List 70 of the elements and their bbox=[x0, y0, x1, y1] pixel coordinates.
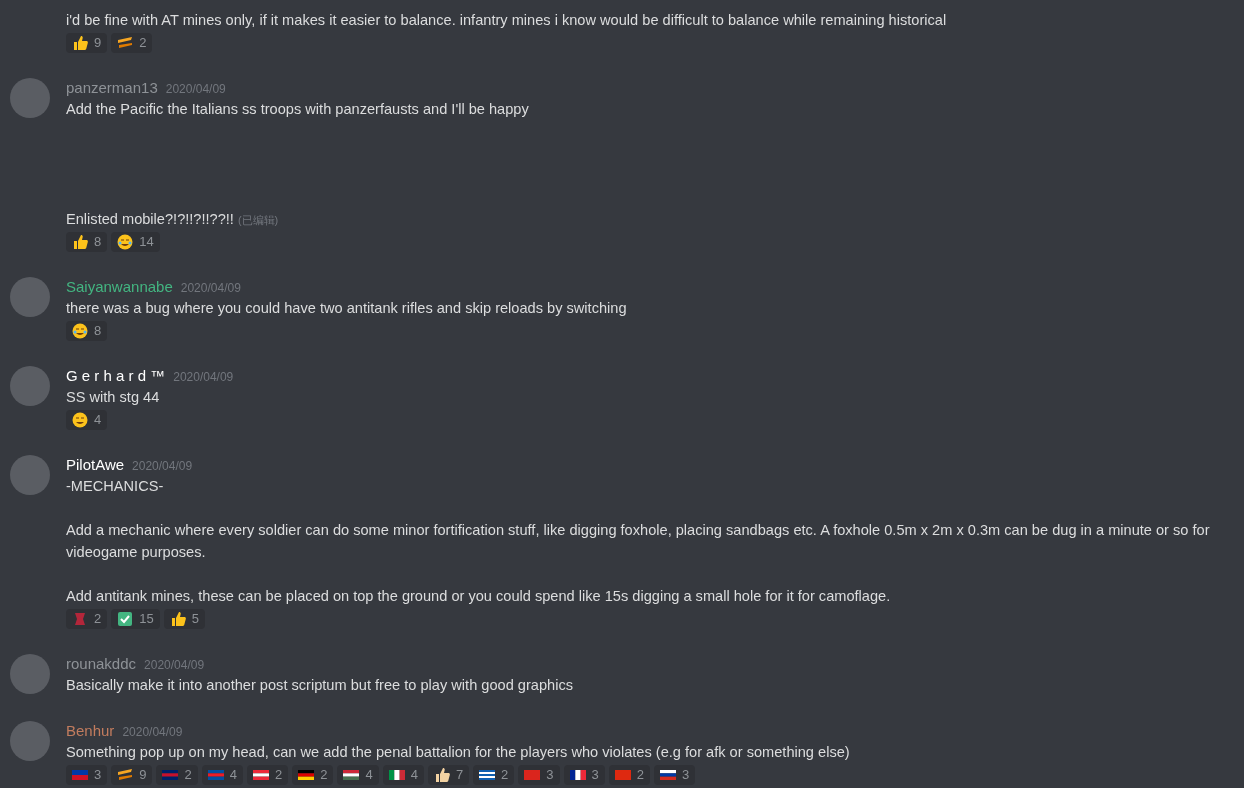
flag-icon bbox=[207, 767, 224, 783]
message-text: Add the Pacific the Italians ss troops with panzerfausts and I'll be happy bbox=[66, 100, 529, 119]
thumbs-up-icon bbox=[433, 767, 450, 783]
avatar[interactable] bbox=[10, 277, 50, 317]
reaction-button[interactable]: 4 bbox=[382, 765, 424, 785]
timestamp: 2020/04/09 bbox=[132, 458, 193, 475]
flag-icon bbox=[479, 767, 496, 783]
reaction-button[interactable]: 4 bbox=[337, 765, 379, 785]
flag-icon bbox=[388, 767, 405, 783]
reaction-button[interactable]: 15 bbox=[111, 609, 160, 629]
username[interactable]: Benhur bbox=[66, 720, 115, 743]
reaction-button[interactable]: 2 bbox=[292, 765, 334, 785]
username[interactable]: G e r h a r d ™ bbox=[66, 365, 166, 388]
reaction-button[interactable]: 8 bbox=[66, 321, 108, 341]
username[interactable]: rounakddc bbox=[66, 653, 137, 676]
message-text: Something pop up on my head, can we add the penal battalion for the players who violates (e.g for afk or something else) bbox=[66, 743, 850, 762]
reaction-button[interactable]: 8 bbox=[66, 232, 108, 252]
message-text: SS with stg 44 bbox=[66, 388, 160, 407]
reaction-button[interactable]: 3 bbox=[563, 765, 605, 785]
reaction-button[interactable]: 2 bbox=[473, 765, 515, 785]
thumbs-up-icon bbox=[72, 35, 88, 51]
avatar[interactable] bbox=[10, 654, 50, 694]
laughing-face-icon bbox=[72, 323, 88, 339]
laughing-face-icon bbox=[72, 412, 88, 428]
thumbs-up-icon bbox=[72, 234, 88, 250]
badge-icon bbox=[72, 611, 88, 627]
reaction-button[interactable]: 9 bbox=[111, 765, 153, 785]
flag-icon bbox=[343, 767, 360, 783]
reaction-button[interactable]: 4 bbox=[201, 765, 243, 785]
reaction-button[interactable]: 14 bbox=[111, 232, 160, 252]
avatar[interactable] bbox=[10, 78, 50, 118]
message-text: i'd be fine with AT mines only, if it makes it easier to balance. infantry mines i know would be difficult to balance while remaining historical bbox=[66, 11, 947, 30]
reaction-button[interactable]: 3 bbox=[66, 765, 108, 785]
timestamp: 2020/04/09 bbox=[122, 724, 183, 741]
timestamp: 2020/04/09 bbox=[173, 369, 234, 386]
reaction-button[interactable]: 3 bbox=[518, 765, 560, 785]
reaction-button[interactable]: 2 bbox=[156, 765, 198, 785]
laughing-face-icon bbox=[117, 234, 134, 250]
reaction-button[interactable]: 5 bbox=[163, 609, 205, 629]
timestamp: 2020/04/09 bbox=[144, 657, 205, 674]
timestamp: 2020/04/09 bbox=[165, 81, 226, 98]
reaction-button[interactable]: 7 bbox=[427, 765, 470, 785]
reaction-button[interactable]: 2 bbox=[66, 609, 108, 629]
flag-icon bbox=[660, 767, 677, 783]
message-text: -MECHANICS- Add a mechanic where every soldier can do some minor fortification stuff, like digging foxhole, placing sandbags etc. A foxhole 0.5m x 2m x 0.3m can be dug in a minute or so for videogame purposes. Add antitank mines, these can be placed on top the ground or you could spend like 15s digging a small hole for it for camoflage. bbox=[66, 477, 1211, 606]
message-text: Enlisted mobile?!?!!?!!??!! bbox=[66, 210, 234, 229]
reaction-button[interactable]: 2 bbox=[111, 33, 153, 53]
avatar[interactable] bbox=[10, 366, 50, 406]
flag-icon bbox=[162, 767, 179, 783]
avatar[interactable] bbox=[10, 455, 50, 495]
username[interactable]: PilotAwe bbox=[66, 454, 125, 477]
message-text: there was a bug where you could have two antitank rifles and skip reloads by switching bbox=[66, 299, 627, 318]
message-text: Basically make it into another post scriptum but free to play with good graphics bbox=[66, 676, 573, 695]
thumbs-up-icon bbox=[169, 611, 186, 627]
flag-icon bbox=[569, 767, 586, 783]
flag-icon bbox=[72, 767, 88, 783]
reaction-button[interactable]: 2 bbox=[246, 765, 289, 785]
flag-icon bbox=[298, 767, 315, 783]
username[interactable]: panzerman13 bbox=[66, 77, 158, 100]
reaction-button[interactable]: 2 bbox=[608, 765, 651, 785]
username[interactable]: Saiyanwannabe bbox=[66, 276, 173, 299]
flag-icon bbox=[252, 767, 269, 783]
reaction-button[interactable]: 4 bbox=[66, 410, 108, 430]
reaction-button[interactable]: 9 bbox=[66, 33, 108, 53]
check-icon bbox=[117, 611, 134, 627]
reaction-button[interactable]: 3 bbox=[654, 765, 696, 785]
flag-icon bbox=[614, 767, 631, 783]
avatar[interactable] bbox=[10, 721, 50, 761]
timestamp: 2020/04/09 bbox=[180, 280, 241, 297]
flag-icon bbox=[524, 767, 541, 783]
